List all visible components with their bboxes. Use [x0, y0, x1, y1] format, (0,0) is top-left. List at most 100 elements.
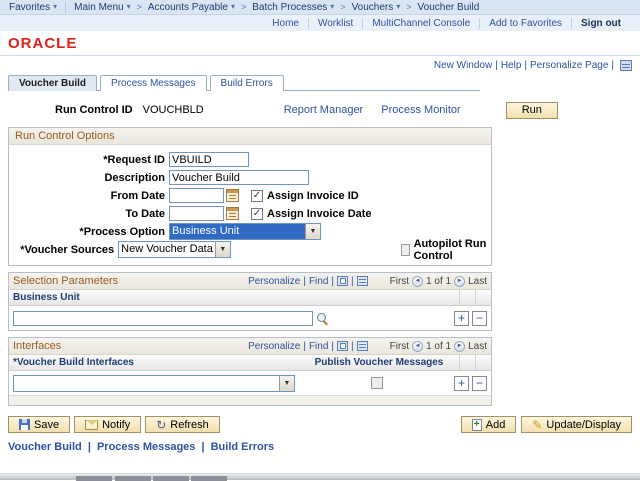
assign-invoice-date-checkbox[interactable]: ✓ — [251, 207, 263, 220]
to-date-input[interactable] — [169, 206, 224, 221]
taskbar-button[interactable] — [191, 476, 227, 481]
breadcrumb-batch-processes[interactable]: Batch Processes ▾ — [248, 2, 338, 13]
run-control-id-value: VOUCHBLD — [142, 104, 204, 116]
process-option-select[interactable]: Business Unit ▼ — [169, 223, 321, 240]
chevron-down-icon: ▾ — [126, 2, 131, 11]
next-row-button[interactable]: ► — [454, 340, 466, 352]
pipe-separator: | — [524, 59, 527, 71]
calendar-icon[interactable] — [226, 189, 239, 202]
next-row-button[interactable]: ► — [454, 275, 466, 287]
menu-main-menu[interactable]: Main Menu ▾ — [70, 2, 134, 13]
interfaces-tools: Personalize | Find | | First ◄ 1 of 1 ► … — [248, 340, 487, 352]
tab-build-errors[interactable]: Build Errors — [209, 75, 284, 91]
check-icon: ✓ — [252, 189, 262, 201]
download-grid-icon[interactable] — [356, 341, 368, 351]
row-position: 1 of 1 — [426, 340, 452, 352]
find-link[interactable]: Find — [309, 341, 328, 352]
page-action-links: New Window | Help | Personalize Page | — [0, 58, 640, 72]
add-row-button[interactable]: + — [454, 375, 469, 391]
previous-row-button[interactable]: ◄ — [412, 275, 424, 287]
delete-row-button[interactable]: − — [472, 375, 487, 391]
breadcrumb-separator: > — [340, 2, 346, 12]
select-arrow-icon[interactable]: ▼ — [279, 375, 294, 391]
process-monitor-link[interactable]: Process Monitor — [381, 104, 460, 116]
pipe-separator: | — [303, 275, 306, 287]
footer-link-voucher-build[interactable]: Voucher Build — [8, 441, 82, 453]
check-icon: ✓ — [252, 207, 262, 219]
add-row-button[interactable]: + — [454, 310, 469, 326]
view-all-icon[interactable] — [337, 276, 348, 286]
voucher-sources-row: *Voucher Sources New Voucher Data ▼ ✓ Au… — [9, 238, 491, 262]
taskbar-button[interactable] — [76, 476, 112, 481]
home-link[interactable]: Home — [263, 17, 309, 29]
sign-out-link[interactable]: Sign out — [572, 18, 630, 29]
breadcrumb-current-label: Voucher Build — [417, 1, 480, 13]
autopilot-run-control-checkbox: ✓ — [400, 243, 410, 256]
delete-row-button[interactable]: − — [472, 310, 487, 326]
oracle-logo: ORACLE — [8, 34, 78, 52]
add-button[interactable]: Add — [460, 416, 517, 433]
tab-voucher-build[interactable]: Voucher Build — [8, 75, 98, 91]
save-button[interactable]: Save — [8, 416, 71, 433]
interfaces-column-headers: *Voucher Build Interfaces Publish Vouche… — [9, 355, 491, 371]
business-unit-input[interactable] — [13, 310, 313, 326]
new-window-link[interactable]: New Window — [434, 60, 492, 71]
logo-row: ORACLE — [0, 31, 640, 55]
menu-favorites[interactable]: Favorites ▾ — [5, 1, 67, 13]
menu-favorites-label: Favorites — [9, 1, 51, 13]
to-date-label: To Date — [125, 207, 165, 220]
personalize-page-link[interactable]: Personalize Page — [530, 60, 608, 71]
select-arrow-icon[interactable]: ▼ — [305, 224, 320, 239]
request-id-input[interactable] — [169, 152, 249, 167]
row-position: 1 of 1 — [426, 275, 452, 287]
worklist-link[interactable]: Worklist — [309, 17, 364, 29]
refresh-button-label: Refresh — [170, 418, 209, 431]
first-label: First — [389, 275, 410, 287]
calendar-icon[interactable] — [226, 207, 239, 220]
view-all-icon[interactable] — [337, 341, 348, 351]
add-row-column — [459, 290, 475, 305]
add-icon — [471, 418, 482, 431]
select-arrow-icon[interactable]: ▼ — [214, 242, 230, 257]
update-display-button[interactable]: ✎ Update/Display — [521, 416, 632, 433]
taskbar-button[interactable] — [153, 476, 189, 481]
selection-parameters-tools: Personalize | Find | | First ◄ 1 of 1 ► … — [248, 275, 487, 287]
breadcrumb-label: Vouchers — [351, 1, 394, 13]
lookup-icon[interactable] — [316, 312, 328, 324]
breadcrumb-accounts-payable[interactable]: Accounts Payable ▾ — [144, 2, 239, 13]
run-control-options-groupbox: Run Control Options *Request ID Descript… — [8, 127, 492, 266]
voucher-build-interface-select[interactable]: ▼ — [13, 374, 295, 392]
add-to-favorites-link[interactable]: Add to Favorites — [480, 17, 572, 29]
help-link[interactable]: Help — [501, 60, 522, 71]
voucher-sources-select[interactable]: New Voucher Data ▼ — [118, 241, 231, 258]
taskbar[interactable] — [0, 473, 640, 481]
personalize-layout-icon[interactable] — [620, 59, 632, 71]
report-manager-link[interactable]: Report Manager — [284, 104, 364, 116]
previous-row-button[interactable]: ◄ — [412, 340, 424, 352]
footer-link-process-messages[interactable]: Process Messages — [97, 441, 195, 453]
toolbar-left-group: Save Notify ↻ Refresh — [8, 416, 220, 433]
to-date-row: To Date ✓ Assign Invoice Date — [9, 205, 491, 222]
from-date-label: From Date — [110, 189, 165, 202]
save-button-label: Save — [34, 418, 60, 431]
breadcrumb-vouchers[interactable]: Vouchers ▾ — [348, 2, 405, 13]
tab-process-messages[interactable]: Process Messages — [100, 75, 207, 91]
publish-voucher-messages-column-header: Publish Voucher Messages — [314, 357, 444, 368]
notify-button[interactable]: Notify — [74, 416, 142, 433]
request-id-row: *Request ID — [9, 151, 491, 168]
row-action-buttons: + − — [451, 375, 487, 391]
refresh-button[interactable]: ↻ Refresh — [145, 416, 220, 433]
tab-strip: Voucher Build Process Messages Build Err… — [8, 74, 480, 91]
personalize-link[interactable]: Personalize — [248, 341, 300, 352]
publish-voucher-messages-checkbox: ✓ — [371, 377, 383, 389]
assign-invoice-id-checkbox[interactable]: ✓ — [251, 189, 263, 202]
multichannel-console-link[interactable]: MultiChannel Console — [363, 17, 481, 29]
from-date-input[interactable] — [169, 188, 224, 203]
footer-link-build-errors[interactable]: Build Errors — [211, 441, 275, 453]
run-button[interactable]: Run — [505, 101, 558, 119]
find-link[interactable]: Find — [309, 276, 328, 287]
description-input[interactable] — [169, 170, 309, 185]
taskbar-button[interactable] — [115, 476, 151, 481]
download-grid-icon[interactable] — [356, 276, 368, 286]
personalize-link[interactable]: Personalize — [248, 276, 300, 287]
